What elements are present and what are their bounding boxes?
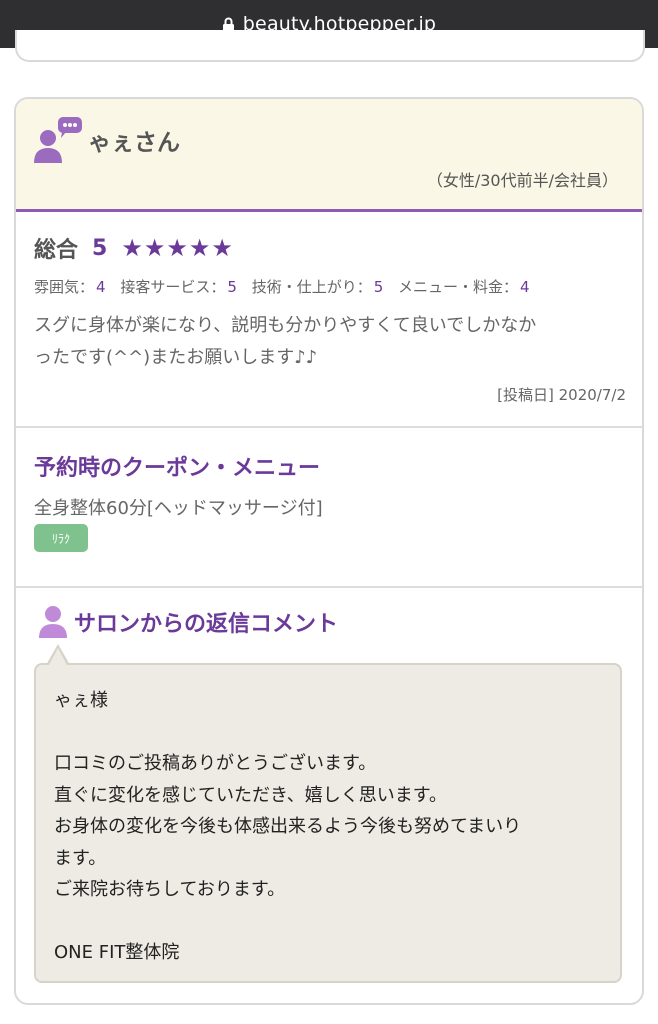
sub-rating-label: 技術・仕上がり： (251, 278, 372, 296)
review-card: ゃぇさん （女性/30代前半/会社員） 総合 5 ★★★★★ 雰囲気： 4 接客サ… (14, 97, 644, 1005)
category-badge: ﾘﾗｸ (34, 524, 88, 552)
reply-signature: ONE FIT整体院 (54, 942, 180, 963)
salon-reply-section: サロンからの返信コメント ゃぇ様 口コミのご投稿ありがとうございます。 直ぐに変… (16, 588, 642, 1003)
overall-label: 総合 (34, 238, 79, 263)
sub-rating-label: 接客サービス： (120, 278, 226, 296)
review-text: スグに身体が楽になり、説明も分かりやすくて良いでしかなか ったです(^^)またお… (34, 310, 630, 374)
rating-section: 総合 5 ★★★★★ 雰囲気： 4 接客サービス： 5 技術・仕上がり： 5 メニュー… (16, 212, 642, 428)
star-rating: ★★★★★ (121, 234, 234, 262)
reviewer-profile: （女性/30代前半/会社員） (426, 171, 618, 190)
coupon-menu-link[interactable]: 全身整体60分[ヘッドマッサージ付] (34, 494, 323, 520)
overall-rating: 総合 5 ★★★★★ (34, 232, 234, 264)
reviewer-avatar-icon (34, 117, 82, 163)
coupon-section: 予約時のクーポン・メニュー 全身整体60分[ヘッドマッサージ付] ﾘﾗｸ (16, 428, 642, 588)
reply-line: 直ぐに変化を感じていただき、嬉しく思います。 (54, 784, 447, 806)
previous-review-card (15, 30, 645, 62)
reviewer-name: ゃぇさん (88, 130, 180, 156)
sub-rating-value: 4 (520, 278, 530, 296)
reply-line (54, 906, 602, 938)
review-text-line: ったです(^^)またお願いします♪♪ (34, 347, 318, 368)
sub-rating-value: 4 (96, 278, 106, 296)
sub-rating-label: メニュー・料金： (398, 278, 519, 296)
overall-score: 5 (92, 235, 108, 261)
reply-line (54, 717, 602, 749)
reply-title: サロンからの返信コメント (74, 612, 339, 637)
reply-line: ゃぇ様 (54, 690, 108, 711)
sub-rating-value: 5 (227, 278, 237, 296)
sub-ratings: 雰囲気： 4 接客サービス： 5 技術・仕上がり： 5 メニュー・料金： 4 (34, 276, 540, 297)
reply-line: 口コミのご投稿ありがとうございます。 (54, 753, 377, 774)
reviewer-header: ゃぇさん （女性/30代前半/会社員） (16, 99, 642, 212)
coupon-title: 予約時のクーポン・メニュー (34, 456, 321, 481)
reply-line: ます。 (54, 847, 107, 869)
reply-line: ご来院お待ちしております。 (54, 879, 286, 900)
post-date: [投稿日] 2020/7/2 (497, 386, 626, 404)
reply-comment-bubble: ゃぇ様 口コミのご投稿ありがとうございます。 直ぐに変化を感じていただき、嬉しく… (34, 663, 622, 983)
reply-line: お身体の変化を今後も体感出来るよう今後も努めてまいり (54, 816, 522, 837)
salon-avatar-icon (39, 606, 67, 638)
review-text-line: スグに身体が楽になり、説明も分かりやすくて良いでしかなか (34, 315, 537, 336)
sub-rating-value: 5 (373, 278, 384, 296)
bubble-tail-fill (48, 648, 68, 667)
sub-rating-label: 雰囲気： (34, 278, 95, 296)
